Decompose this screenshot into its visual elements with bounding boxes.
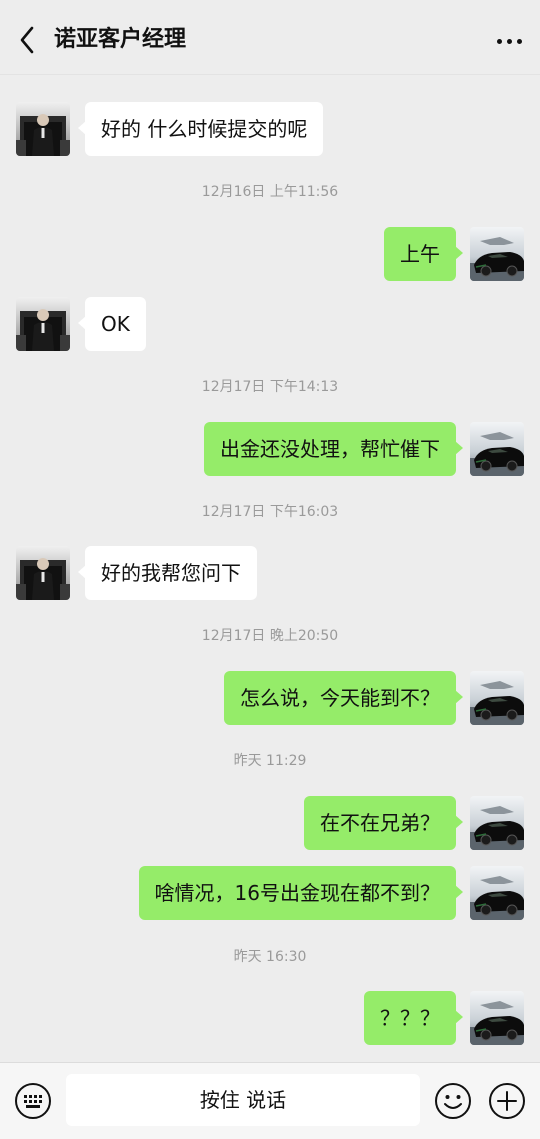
incoming-message[interactable]: 好的我帮您问下	[78, 546, 257, 600]
contact-avatar-image	[16, 546, 70, 600]
my-avatar[interactable]	[470, 227, 524, 281]
chat-title: 诺亚客户经理	[54, 27, 187, 52]
my-avatar-image	[470, 866, 524, 920]
contact-avatar-image	[16, 297, 70, 351]
my-avatar[interactable]	[470, 422, 524, 476]
emoji-icon[interactable]	[434, 1082, 472, 1120]
chat-header: 诺亚客户经理	[0, 0, 540, 75]
incoming-message[interactable]: 好的 什么时候提交的呢	[77, 102, 324, 156]
contact-avatar[interactable]	[16, 297, 70, 351]
contact-avatar[interactable]	[16, 102, 70, 156]
timestamp: 12月17日 下午16:03	[201, 504, 339, 520]
timestamp: 12月16日 上午11:56	[201, 184, 339, 200]
outgoing-message[interactable]: 在不在兄弟？	[304, 796, 463, 850]
my-avatar[interactable]	[470, 866, 524, 920]
input-bar: 按住 说话	[0, 1062, 540, 1139]
timestamp: 昨天 11:29	[233, 753, 307, 769]
my-avatar-image	[470, 991, 524, 1045]
my-avatar[interactable]	[470, 796, 524, 850]
plus-icon[interactable]	[488, 1082, 526, 1120]
timestamp: 昨天 16:30	[233, 949, 307, 965]
chevron-left-icon[interactable]	[16, 24, 40, 56]
my-avatar-image	[470, 671, 524, 725]
more-dots-icon[interactable]	[494, 26, 526, 56]
contact-avatar-image	[16, 102, 70, 156]
my-avatar-image	[470, 796, 524, 850]
timestamp: 12月17日 晚上20:50	[201, 628, 339, 644]
contact-avatar[interactable]	[16, 546, 70, 600]
hold-to-talk-button[interactable]: 按住 说话	[66, 1074, 420, 1126]
incoming-message[interactable]: OK	[78, 297, 146, 351]
my-avatar[interactable]	[470, 671, 524, 725]
my-avatar-image	[470, 422, 524, 476]
outgoing-message[interactable]: 出金还没处理，帮忙催下	[204, 422, 463, 476]
outgoing-message[interactable]: 怎么说，今天能到不？	[224, 671, 463, 725]
keyboard-icon[interactable]	[14, 1082, 52, 1120]
outgoing-message[interactable]: 啥情况，16号出金现在都不到？	[138, 866, 464, 920]
outgoing-message[interactable]: 上午	[384, 227, 463, 281]
outgoing-message[interactable]: ？？？	[364, 991, 463, 1045]
my-avatar[interactable]	[470, 991, 524, 1045]
timestamp: 12月17日 下午14:13	[201, 379, 339, 395]
my-avatar-image	[470, 227, 524, 281]
